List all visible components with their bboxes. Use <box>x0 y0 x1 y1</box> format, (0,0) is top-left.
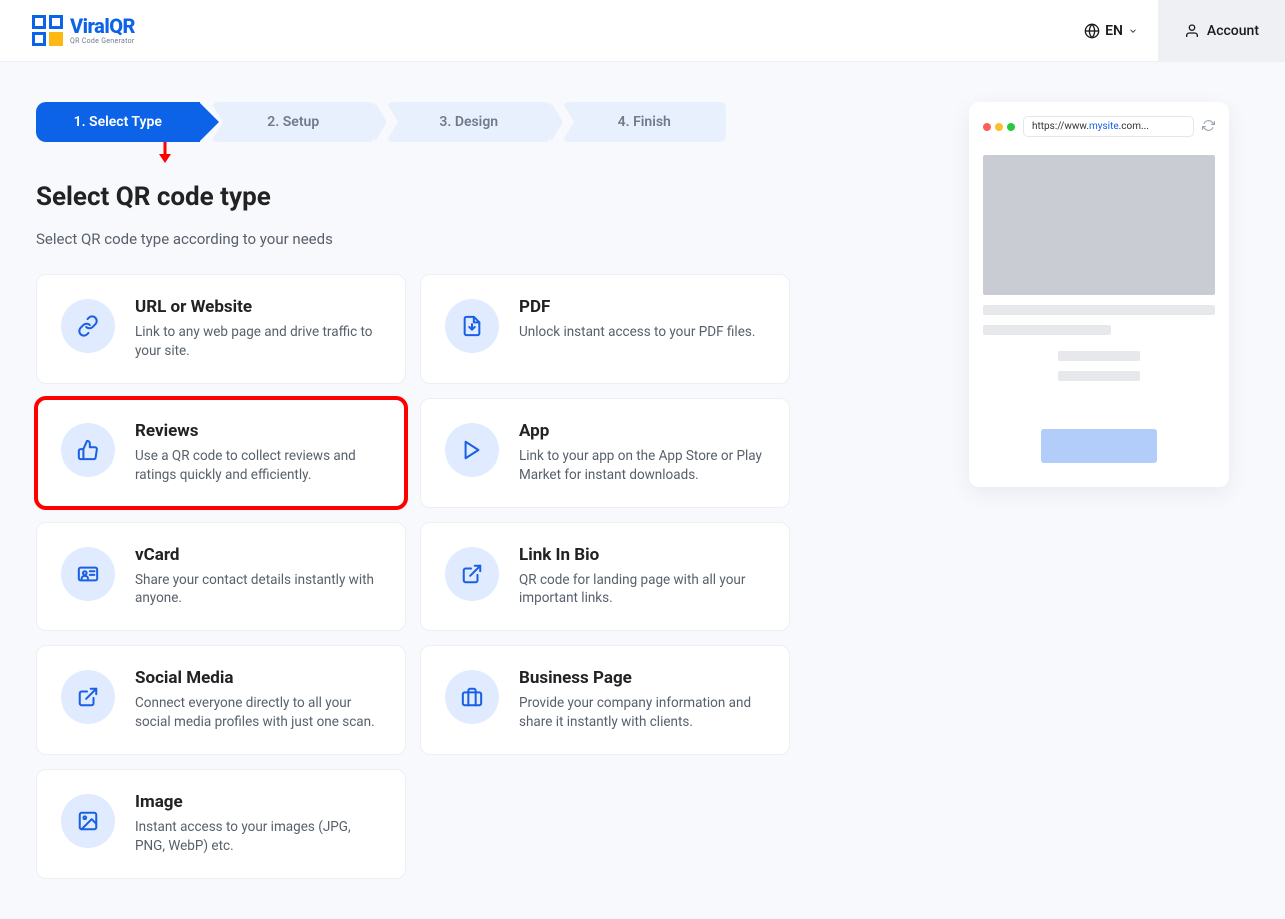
card-desc: QR code for landing page with all your i… <box>519 571 765 609</box>
card-desc: Use a QR code to collect reviews and rat… <box>135 447 381 485</box>
card-pdf[interactable]: PDF Unlock instant access to your PDF fi… <box>420 274 790 384</box>
chevron-down-icon <box>1128 26 1138 36</box>
card-reviews[interactable]: Reviews Use a QR code to collect reviews… <box>36 398 406 508</box>
step-label: 4. Finish <box>618 114 671 130</box>
step-label: 3. Design <box>439 114 498 130</box>
app-header: ViralQR QR Code Generator EN Account <box>0 0 1285 62</box>
step-label: 1. Select Type <box>74 114 162 130</box>
window-traffic-lights-icon <box>983 123 1015 131</box>
card-title: vCard <box>135 545 381 565</box>
step-finish[interactable]: 4. Finish <box>563 102 727 142</box>
card-title: Link In Bio <box>519 545 765 565</box>
brand-text: ViralQR QR Code Generator <box>70 16 135 45</box>
preview-panel: https://www.mysite.com... <box>969 102 1229 487</box>
preview-skeleton <box>983 155 1215 463</box>
logo-mark-icon <box>32 15 63 46</box>
preview-cta-placeholder <box>1041 429 1157 463</box>
card-app[interactable]: App Link to your app on the App Store or… <box>420 398 790 508</box>
account-button[interactable]: Account <box>1158 0 1285 61</box>
pdf-icon <box>445 299 499 353</box>
card-vcard[interactable]: vCard Share your contact details instant… <box>36 522 406 632</box>
preview-url-bar: https://www.mysite.com... <box>1023 116 1194 137</box>
card-image[interactable]: Image Instant access to your images (JPG… <box>36 769 406 879</box>
card-desc: Provide your company information and sha… <box>519 694 765 732</box>
card-title: Social Media <box>135 668 381 688</box>
card-link-in-bio[interactable]: Link In Bio QR code for landing page wit… <box>420 522 790 632</box>
user-icon <box>1184 23 1200 39</box>
card-business-page[interactable]: Business Page Provide your company infor… <box>420 645 790 755</box>
card-desc: Connect everyone directly to all your so… <box>135 694 381 732</box>
step-design[interactable]: 3. Design <box>387 102 551 142</box>
card-desc: Share your contact details instantly wit… <box>135 571 381 609</box>
briefcase-icon <box>445 670 499 724</box>
card-title: Image <box>135 792 381 812</box>
card-title: URL or Website <box>135 297 381 317</box>
card-url-website[interactable]: URL or Website Link to any web page and … <box>36 274 406 384</box>
card-title: Reviews <box>135 421 381 441</box>
card-desc: Unlock instant access to your PDF files. <box>519 323 765 342</box>
language-label: EN <box>1105 23 1123 39</box>
brand-main: ViralQR <box>70 16 135 36</box>
external-link-icon <box>445 547 499 601</box>
card-title: Business Page <box>519 668 765 688</box>
step-label: 2. Setup <box>267 114 319 130</box>
account-label: Account <box>1207 23 1259 39</box>
card-social-media[interactable]: Social Media Connect everyone directly t… <box>36 645 406 755</box>
play-icon <box>445 423 499 477</box>
brand-sub: QR Code Generator <box>70 38 135 45</box>
card-title: App <box>519 421 765 441</box>
step-setup[interactable]: 2. Setup <box>212 102 376 142</box>
share-icon <box>61 670 115 724</box>
qr-type-grid: URL or Website Link to any web page and … <box>36 274 929 879</box>
brand-logo[interactable]: ViralQR QR Code Generator <box>32 15 135 46</box>
link-icon <box>61 299 115 353</box>
refresh-icon <box>1202 119 1215 135</box>
card-desc: Link to any web page and drive traffic t… <box>135 323 381 361</box>
wizard-stepper: 1. Select Type 2. Setup 3. Design 4. Fin… <box>36 102 726 142</box>
page-title: Select QR code type <box>36 182 929 212</box>
globe-icon <box>1084 23 1100 39</box>
card-desc: Link to your app on the App Store or Pla… <box>519 447 765 485</box>
thumbs-up-icon <box>61 423 115 477</box>
vcard-icon <box>61 547 115 601</box>
language-selector[interactable]: EN <box>1064 0 1158 61</box>
annotation-arrow-icon <box>158 140 172 164</box>
image-icon <box>61 794 115 848</box>
page-subtitle: Select QR code type according to your ne… <box>36 230 929 248</box>
card-desc: Instant access to your images (JPG, PNG,… <box>135 818 381 856</box>
card-title: PDF <box>519 297 765 317</box>
step-select-type[interactable]: 1. Select Type <box>36 102 200 142</box>
